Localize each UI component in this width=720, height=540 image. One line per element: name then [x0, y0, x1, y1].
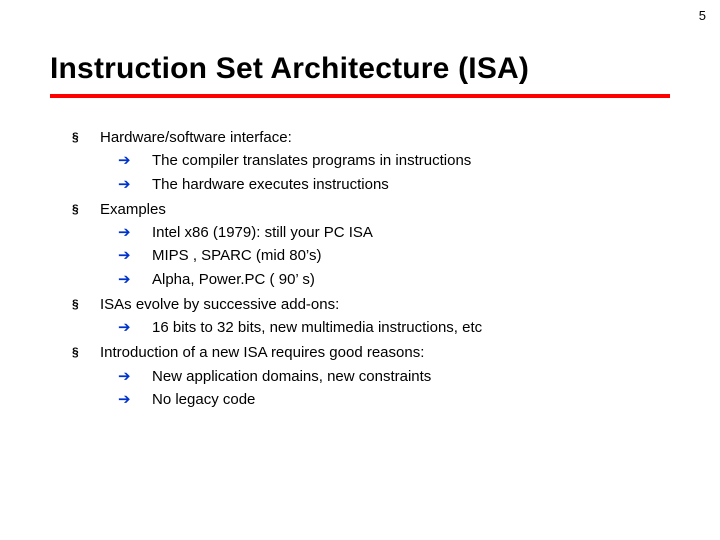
square-bullet-icon: § — [72, 198, 100, 219]
sub-bullet-item: ➔ Alpha, Power.PC ( 90’ s) — [118, 268, 670, 291]
bullet-text: ISAs evolve by successive add-ons: — [100, 293, 670, 316]
title-underline — [50, 94, 670, 98]
sub-bullet-item: ➔ The hardware executes instructions — [118, 173, 670, 196]
square-bullet-icon: § — [72, 293, 100, 314]
sub-bullet-item: ➔ Intel x86 (1979): still your PC ISA — [118, 221, 670, 244]
bullet-text: Examples — [100, 198, 670, 221]
arrow-icon: ➔ — [118, 316, 152, 339]
sub-bullet-item: ➔ The compiler translates programs in in… — [118, 149, 670, 172]
bullet-text: Hardware/software interface: — [100, 126, 670, 149]
arrow-icon: ➔ — [118, 244, 152, 267]
square-bullet-icon: § — [72, 126, 100, 147]
arrow-icon: ➔ — [118, 268, 152, 291]
slide-title: Instruction Set Architecture (ISA) — [50, 52, 670, 86]
sub-bullet-item: ➔ New application domains, new constrain… — [118, 365, 670, 388]
sub-bullet-item: ➔ 16 bits to 32 bits, new multimedia ins… — [118, 316, 670, 339]
content-area: § Hardware/software interface: ➔ The com… — [50, 126, 670, 411]
arrow-icon: ➔ — [118, 173, 152, 196]
arrow-icon: ➔ — [118, 388, 152, 411]
sub-bullet-text: 16 bits to 32 bits, new multimedia instr… — [152, 316, 670, 339]
bullet-item: § Introduction of a new ISA requires goo… — [72, 341, 670, 364]
sub-bullet-text: The compiler translates programs in inst… — [152, 149, 670, 172]
arrow-icon: ➔ — [118, 149, 152, 172]
arrow-icon: ➔ — [118, 365, 152, 388]
bullet-item: § Hardware/software interface: — [72, 126, 670, 149]
bullet-item: § Examples — [72, 198, 670, 221]
sub-bullet-text: No legacy code — [152, 388, 670, 411]
sub-bullet-text: Intel x86 (1979): still your PC ISA — [152, 221, 670, 244]
sub-bullet-text: New application domains, new constraints — [152, 365, 670, 388]
bullet-item: § ISAs evolve by successive add-ons: — [72, 293, 670, 316]
sub-bullet-item: ➔ No legacy code — [118, 388, 670, 411]
square-bullet-icon: § — [72, 341, 100, 362]
sub-bullet-text: The hardware executes instructions — [152, 173, 670, 196]
sub-bullet-text: Alpha, Power.PC ( 90’ s) — [152, 268, 670, 291]
arrow-icon: ➔ — [118, 221, 152, 244]
page-number: 5 — [699, 8, 706, 23]
bullet-text: Introduction of a new ISA requires good … — [100, 341, 670, 364]
sub-bullet-item: ➔ MIPS , SPARC (mid 80’s) — [118, 244, 670, 267]
sub-bullet-text: MIPS , SPARC (mid 80’s) — [152, 244, 670, 267]
slide-body: Instruction Set Architecture (ISA) § Har… — [0, 0, 720, 431]
